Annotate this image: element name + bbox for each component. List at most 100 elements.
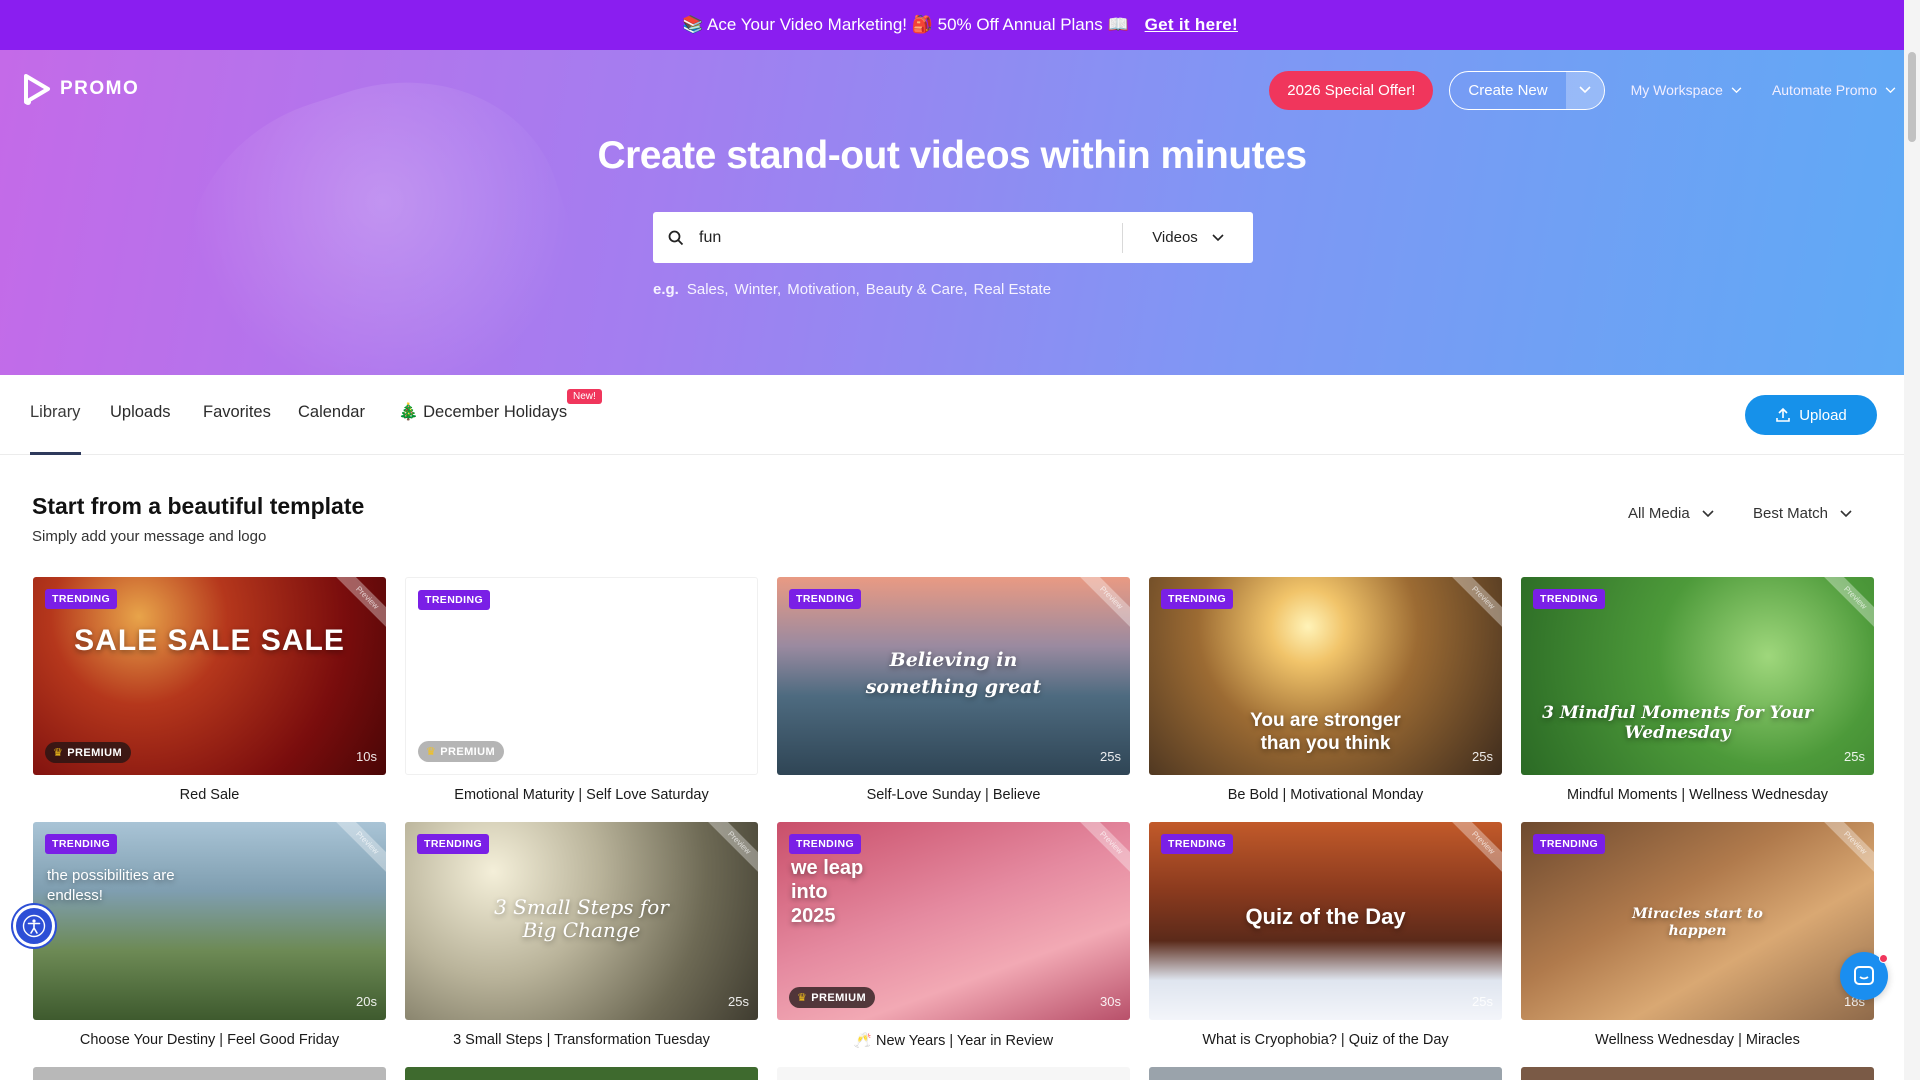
template-card[interactable]: Preview we leap into 2025 TRENDING ♛ PREM… [777, 822, 1130, 1049]
sort-label: Best Match [1753, 505, 1829, 522]
example-link[interactable]: Winter, [735, 281, 782, 298]
tab-calendar[interactable]: Calendar [298, 403, 365, 422]
template-card[interactable]: Preview 3 Mindful Moments for Your Wedne… [1521, 577, 1874, 803]
duration-label: 10s [356, 749, 377, 764]
template-title[interactable]: Choose Your Destiny | Feel Good Friday [33, 1032, 386, 1048]
template-card-partial[interactable] [405, 1067, 758, 1080]
search-type-label: Videos [1152, 229, 1198, 246]
crown-icon: ♛ [53, 747, 64, 759]
template-title[interactable]: Be Bold | Motivational Monday [1149, 787, 1502, 803]
example-link[interactable]: Real Estate [974, 281, 1052, 298]
preview-ribbon: Preview [702, 822, 758, 880]
search-input[interactable] [699, 212, 1122, 263]
template-title[interactable]: Mindful Moments | Wellness Wednesday [1521, 787, 1874, 803]
template-card-partial[interactable] [1149, 1067, 1502, 1080]
template-thumbnail[interactable]: Preview the possibilities are endless! T… [33, 822, 386, 1020]
template-thumbnail[interactable]: Preview 3 Mindful Moments for Your Wedne… [1521, 577, 1874, 775]
template-card-partial[interactable] [777, 1067, 1130, 1080]
trending-badge: TRENDING [1161, 589, 1234, 609]
duration-label: 25s [1472, 749, 1493, 764]
premium-label: PREMIUM [440, 746, 496, 758]
trending-badge: TRENDING [45, 589, 118, 609]
template-thumbnail[interactable]: Preview Miracles start to happen TRENDIN… [1521, 822, 1874, 1020]
template-thumbnail[interactable]: Preview SALE SALE SALE TRENDING ♛ PREMIUM… [33, 577, 386, 775]
template-title[interactable]: Red Sale [33, 787, 386, 803]
media-filter-dropdown[interactable]: All Media [1628, 505, 1714, 522]
template-title[interactable]: Self-Love Sunday | Believe [777, 787, 1130, 803]
chevron-down-icon [1885, 86, 1896, 93]
template-thumbnail[interactable]: Preview 3 Small Steps for Big Change TRE… [405, 822, 758, 1020]
template-title[interactable]: 🥂 New Years | Year in Review [777, 1032, 1130, 1049]
thumbnail-overlay-text: 3 Small Steps for Big Change [494, 895, 669, 942]
preview-ribbon: Preview [1818, 577, 1874, 635]
template-card[interactable]: Preview Quiz of the Day TRENDING 25s Wha… [1149, 822, 1502, 1048]
hero-title: Create stand-out videos within minutes [597, 134, 1307, 177]
trending-badge: TRENDING [417, 834, 490, 854]
accessibility-button[interactable] [13, 905, 55, 947]
template-title[interactable]: Emotional Maturity | Self Love Saturday [405, 787, 758, 803]
template-card-partial[interactable] [1521, 1067, 1874, 1080]
special-offer-button[interactable]: 2026 Special Offer! [1269, 70, 1434, 110]
logo-play-icon [24, 74, 50, 105]
duration-label: 25s [1844, 749, 1865, 764]
trending-badge: TRENDING [1161, 834, 1234, 854]
sort-dropdown[interactable]: Best Match [1753, 505, 1852, 522]
chevron-down-icon [1579, 86, 1591, 94]
duration-label: 20s [356, 994, 377, 1009]
preview-ribbon: Preview [1818, 822, 1874, 880]
example-link[interactable]: Beauty & Care, [866, 281, 968, 298]
chat-support-button[interactable] [1840, 952, 1888, 1000]
template-card[interactable]: Preview Believing in something great TRE… [777, 577, 1130, 803]
search-bar: Videos [653, 212, 1253, 263]
template-thumbnail[interactable]: TRENDING ♛ PREMIUM [405, 577, 758, 775]
section-title: Start from a beautiful template [32, 493, 365, 519]
notification-dot [1879, 954, 1888, 963]
tab-favorites[interactable]: Favorites [203, 403, 271, 422]
promo-banner-link[interactable]: Get it here! [1145, 15, 1238, 35]
template-card[interactable]: Preview the possibilities are endless! T… [33, 822, 386, 1048]
trending-badge: TRENDING [789, 834, 862, 854]
template-card-partial[interactable] [33, 1067, 386, 1080]
template-card[interactable]: Preview SALE SALE SALE TRENDING ♛ PREMIUM… [33, 577, 386, 803]
logo-text: PROMO [60, 78, 140, 99]
thumbnail-overlay-text: SALE SALE SALE [74, 624, 345, 657]
thumbnail-overlay-text: You are stronger than you think [1250, 710, 1401, 754]
trending-badge: TRENDING [1533, 589, 1606, 609]
thumbnail-overlay-text: Miracles start to happen [1632, 906, 1763, 939]
template-card[interactable]: Preview You are stronger than you think … [1149, 577, 1502, 803]
logo[interactable]: PROMO [22, 73, 139, 105]
create-new-dropdown-toggle[interactable] [1565, 71, 1604, 109]
premium-badge: ♛ PREMIUM [418, 741, 505, 762]
template-thumbnail[interactable]: Preview Believing in something great TRE… [777, 577, 1130, 775]
tab-december-holidays[interactable]: 🎄 December Holidays [398, 403, 567, 422]
example-link[interactable]: Motivation, [787, 281, 860, 298]
my-workspace-label: My Workspace [1630, 82, 1723, 98]
accessibility-icon [22, 914, 46, 938]
tab-library[interactable]: Library [30, 403, 80, 422]
template-card[interactable]: Preview Miracles start to happen TRENDIN… [1521, 822, 1874, 1048]
library-tabs: Library Uploads Favorites Calendar 🎄 Dec… [0, 375, 1904, 455]
template-title[interactable]: What is Cryophobia? | Quiz of the Day [1149, 1032, 1502, 1048]
template-card[interactable]: TRENDING ♛ PREMIUM Emotional Maturity | S… [405, 577, 758, 803]
tab-uploads[interactable]: Uploads [110, 403, 171, 422]
my-workspace-menu[interactable]: My Workspace [1631, 82, 1742, 98]
search-type-select[interactable]: Videos [1123, 229, 1253, 246]
trending-badge: TRENDING [789, 589, 862, 609]
template-thumbnail[interactable]: Preview You are stronger than you think … [1149, 577, 1502, 775]
create-new-button[interactable]: Create New [1450, 82, 1565, 99]
duration-label: 25s [1100, 749, 1121, 764]
trending-badge: TRENDING [418, 590, 491, 610]
template-thumbnail[interactable]: Preview Quiz of the Day TRENDING 25s [1149, 822, 1502, 1020]
example-link[interactable]: Sales, [687, 281, 729, 298]
page-scrollbar[interactable] [1904, 0, 1920, 1080]
upload-button[interactable]: Upload [1745, 395, 1877, 435]
premium-badge: ♛ PREMIUM [45, 742, 132, 763]
thumbnail-overlay-text: we leap into 2025 [791, 857, 864, 927]
thumbnail-overlay-text: Quiz of the Day [1245, 904, 1406, 929]
template-thumbnail[interactable]: Preview we leap into 2025 TRENDING ♛ PREM… [777, 822, 1130, 1020]
automate-promo-menu[interactable]: Automate Promo [1772, 82, 1896, 98]
template-title[interactable]: 3 Small Steps | Transformation Tuesday [405, 1032, 758, 1048]
template-title[interactable]: Wellness Wednesday | Miracles [1521, 1032, 1874, 1048]
template-card[interactable]: Preview 3 Small Steps for Big Change TRE… [405, 822, 758, 1048]
scrollbar-thumb[interactable] [1908, 52, 1916, 142]
